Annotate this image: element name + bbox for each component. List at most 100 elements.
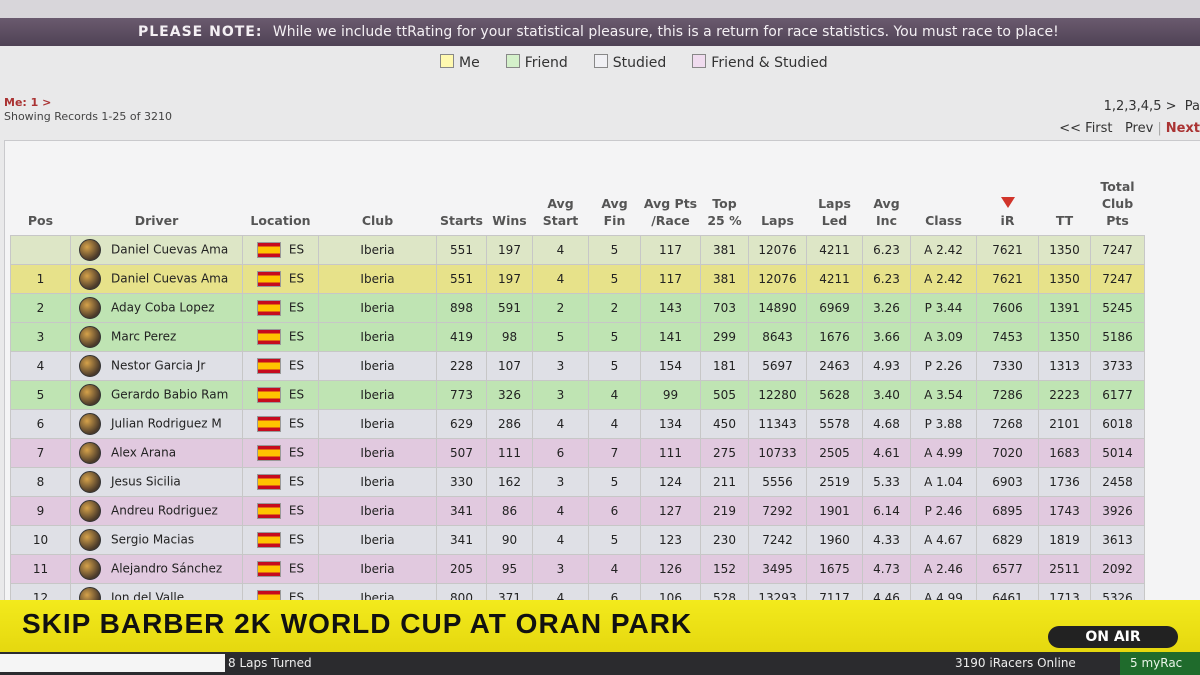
cell-cls: P 2.26: [910, 351, 977, 381]
cell-tt: 1819: [1038, 525, 1091, 555]
spain-flag-icon: [256, 503, 281, 519]
table-row[interactable]: 6 Julian Rodriguez M ES Iberia 629 286 4 4 134 45…: [10, 409, 1145, 439]
table-row[interactable]: 4 Nestor Garcia Jr ES Iberia 228 107 3 5 154 181 5…: [10, 351, 1145, 381]
table-row[interactable]: 9 Andreu Rodriguez ES Iberia 341 86 4 6 127 219 72…: [10, 496, 1145, 526]
prev-link[interactable]: Prev: [1125, 121, 1153, 136]
racers-online[interactable]: 3190 iRacers Online: [955, 656, 1076, 670]
cell-tt: 1391: [1038, 293, 1091, 323]
cell-ir: 6577: [976, 554, 1039, 584]
col-driver[interactable]: Driver: [71, 178, 243, 236]
cell-avs: 4: [532, 525, 589, 555]
cell-ir: 7621: [976, 235, 1039, 265]
cell-wins: 197: [486, 235, 533, 265]
cell-loc: ES: [242, 235, 319, 265]
col-club-pts[interactable]: Total Club Pts: [1091, 178, 1145, 236]
table-row[interactable]: Daniel Cuevas Ama ES Iberia 551 197 4 5 117 381 1…: [10, 235, 1145, 265]
cell-driver[interactable]: Daniel Cuevas Ama: [70, 235, 243, 265]
cell-driver[interactable]: Andreu Rodriguez: [70, 496, 243, 526]
cell-avp: 124: [640, 467, 701, 497]
cell-avf: 6: [588, 496, 641, 526]
cell-avf: 5: [588, 322, 641, 352]
records-meta: Me: 1 > Showing Records 1-25 of 3210: [4, 96, 172, 124]
col-avg-fin[interactable]: Avg Fin: [589, 178, 641, 236]
cell-driver[interactable]: Alex Arana: [70, 438, 243, 468]
cell-led: 1901: [806, 496, 863, 526]
col-starts[interactable]: Starts: [437, 178, 487, 236]
cell-laps: 12076: [748, 235, 807, 265]
col-avg-inc[interactable]: Avg Inc: [863, 178, 911, 236]
col-tt[interactable]: TT: [1039, 178, 1091, 236]
col-laps-led[interactable]: Laps Led: [807, 178, 863, 236]
table-row[interactable]: 10 Sergio Macias ES Iberia 341 90 4 5 123 230 7242…: [10, 525, 1145, 555]
cell-driver[interactable]: Jesus Sicilia: [70, 467, 243, 497]
cell-pts: 3926: [1090, 496, 1145, 526]
cell-pts: 7247: [1090, 264, 1145, 294]
cell-driver[interactable]: Gerardo Babio Ram: [70, 380, 243, 410]
col-club[interactable]: Club: [319, 178, 437, 236]
cell-driver[interactable]: Aday Coba Lopez: [70, 293, 243, 323]
cell-tt: 1736: [1038, 467, 1091, 497]
col-wins[interactable]: Wins: [487, 178, 533, 236]
cell-starts: 228: [436, 351, 487, 381]
table-row[interactable]: 7 Alex Arana ES Iberia 507 111 6 7 111 275 10733 25…: [10, 438, 1145, 468]
on-air-badge[interactable]: ON AIR: [1048, 626, 1178, 648]
cell-pos: 10: [10, 525, 71, 555]
col-ir[interactable]: iR: [977, 178, 1039, 236]
cell-ir: 7606: [976, 293, 1039, 323]
cell-driver[interactable]: Julian Rodriguez M: [70, 409, 243, 439]
cell-laps: 12076: [748, 264, 807, 294]
helmet-icon: [79, 355, 101, 377]
cell-avp: 143: [640, 293, 701, 323]
cell-driver[interactable]: Daniel Cuevas Ama: [70, 264, 243, 294]
cell-inc: 4.93: [862, 351, 911, 381]
col-pos[interactable]: Pos: [11, 178, 71, 236]
cell-laps: 14890: [748, 293, 807, 323]
cell-wins: 197: [486, 264, 533, 294]
table-row[interactable]: 2 Aday Coba Lopez ES Iberia 898 591 2 2 143 703 14…: [10, 293, 1145, 323]
table-row[interactable]: 1 Daniel Cuevas Ama ES Iberia 551 197 4 5 117 381…: [10, 264, 1145, 294]
next-link[interactable]: Next: [1166, 121, 1200, 136]
cell-ir: 7286: [976, 380, 1039, 410]
row-legend: Me Friend Studied Friend & Studied: [440, 54, 828, 71]
cell-wins: 286: [486, 409, 533, 439]
cell-inc: 6.23: [862, 235, 911, 265]
cell-avf: 5: [588, 235, 641, 265]
ticker-headline[interactable]: SKIP BARBER 2K WORLD CUP AT ORAN PARK: [22, 608, 692, 640]
page-links[interactable]: 1,2,3,4,5 >: [1104, 99, 1177, 114]
cell-led: 4211: [806, 235, 863, 265]
legend-me: Me: [440, 54, 480, 71]
table-row[interactable]: 5 Gerardo Babio Ram ES Iberia 773 326 3 4 99 505 1…: [10, 380, 1145, 410]
cell-wins: 95: [486, 554, 533, 584]
table-row[interactable]: 3 Marc Perez ES Iberia 419 98 5 5 141 299 8643 1676…: [10, 322, 1145, 352]
first-link[interactable]: << First: [1059, 121, 1112, 136]
helmet-icon: [79, 326, 101, 348]
col-avg-pts[interactable]: Avg Pts /Race: [641, 178, 701, 236]
col-top25[interactable]: Top 25 %: [701, 178, 749, 236]
cell-club: Iberia: [318, 525, 437, 555]
helmet-icon: [79, 558, 101, 580]
cell-driver[interactable]: Alejandro Sánchez: [70, 554, 243, 584]
cell-avs: 6: [532, 438, 589, 468]
me-link[interactable]: Me: 1 >: [4, 96, 172, 110]
cell-driver[interactable]: Nestor Garcia Jr: [70, 351, 243, 381]
cell-avp: 134: [640, 409, 701, 439]
my-racers[interactable]: 5 myRac: [1120, 652, 1200, 675]
cell-wins: 90: [486, 525, 533, 555]
col-class[interactable]: Class: [911, 178, 977, 236]
helmet-icon: [79, 384, 101, 406]
cell-cls: A 2.42: [910, 235, 977, 265]
table-row[interactable]: 8 Jesus Sicilia ES Iberia 330 162 3 5 124 211 5556…: [10, 467, 1145, 497]
cell-driver[interactable]: Sergio Macias: [70, 525, 243, 555]
cell-laps: 3495: [748, 554, 807, 584]
cell-avp: 117: [640, 264, 701, 294]
cell-led: 6969: [806, 293, 863, 323]
cell-avs: 5: [532, 322, 589, 352]
col-location[interactable]: Location: [243, 178, 319, 236]
cell-avs: 2: [532, 293, 589, 323]
cell-starts: 341: [436, 525, 487, 555]
col-laps[interactable]: Laps: [749, 178, 807, 236]
table-row[interactable]: 11 Alejandro Sánchez ES Iberia 205 95 3 4 126 152…: [10, 554, 1145, 584]
cell-club: Iberia: [318, 293, 437, 323]
col-avg-start[interactable]: Avg Start: [533, 178, 589, 236]
cell-driver[interactable]: Marc Perez: [70, 322, 243, 352]
